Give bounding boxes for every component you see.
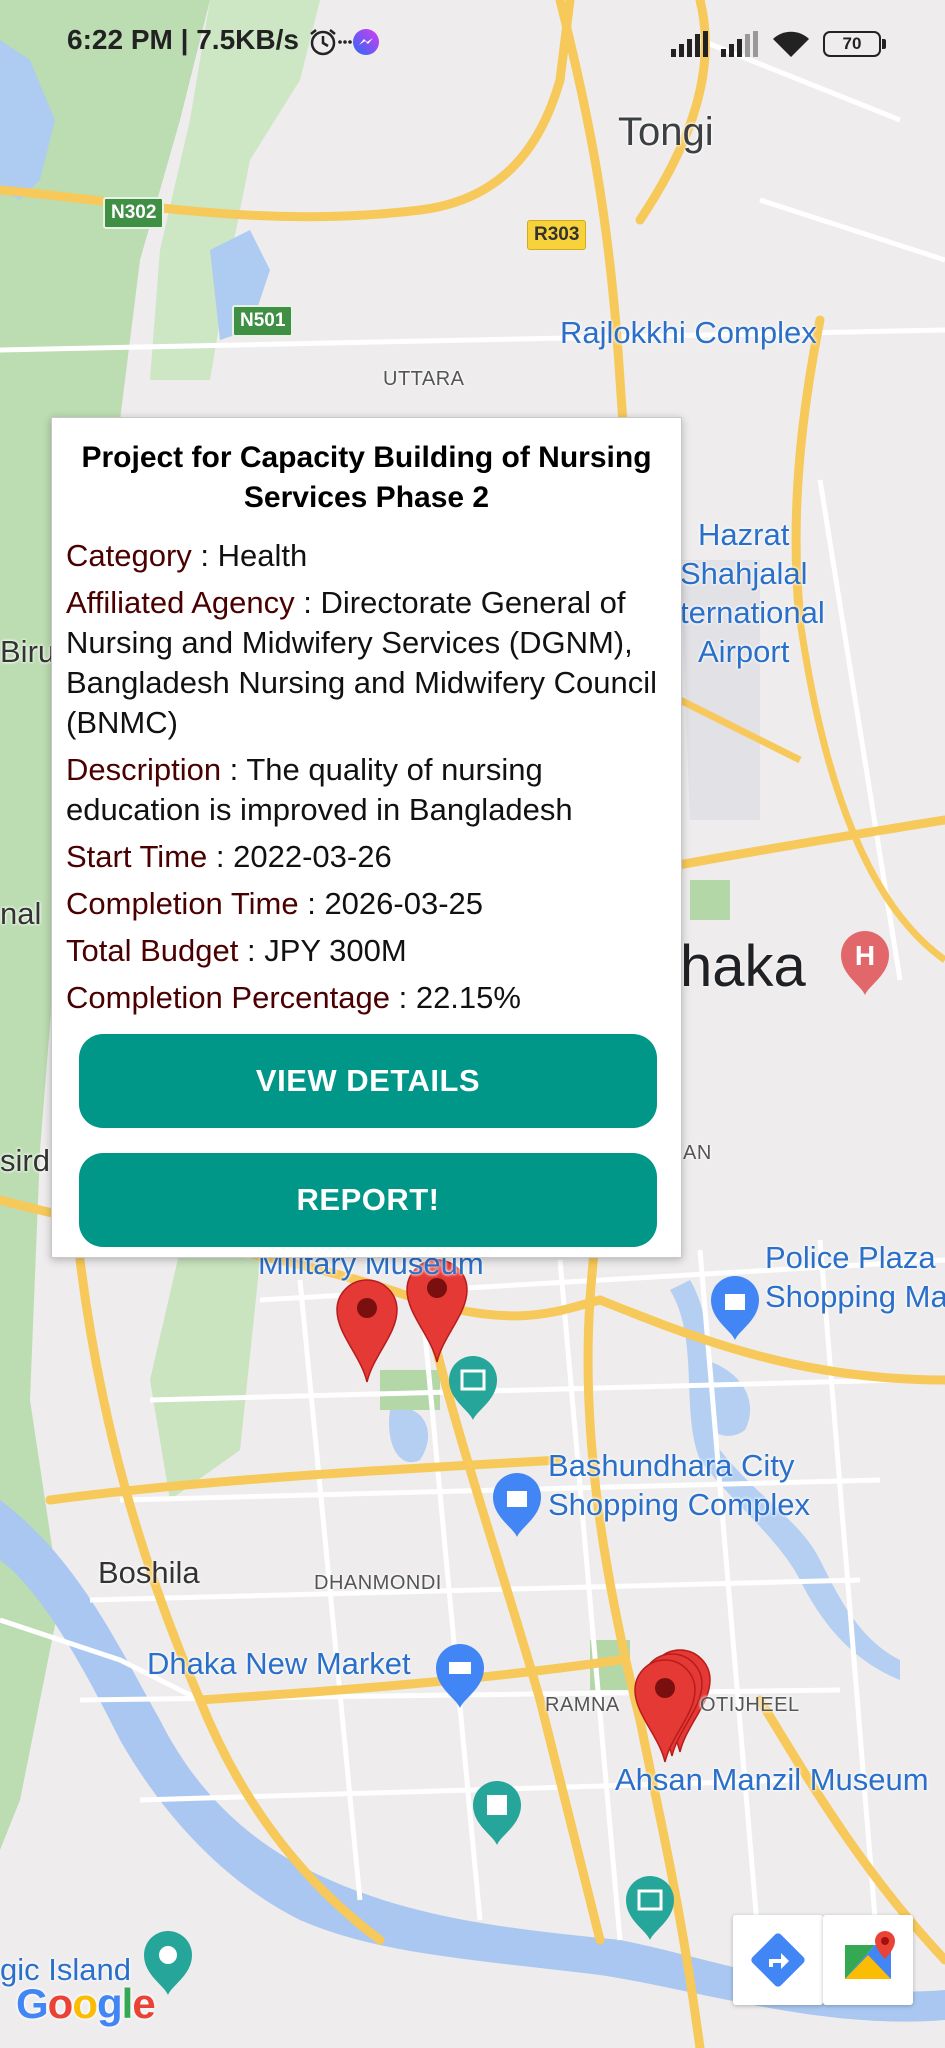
- status-bar: 6:22 PM | 7.5KB/s 70: [0, 0, 945, 86]
- map-label-nal: nal: [0, 896, 42, 931]
- more-dots-icon: [338, 40, 352, 44]
- field-value: 2026-03-25: [324, 886, 484, 921]
- field-description: Description : The quality of nursing edu…: [66, 750, 667, 830]
- map-label-boshila: Boshila: [98, 1555, 200, 1590]
- directions-button[interactable]: [733, 1915, 823, 2005]
- map-label-tongi: Tongi: [618, 110, 714, 154]
- project-info-popup: Project for Capacity Building of Nursing…: [51, 417, 682, 1258]
- field-category: Category : Health: [66, 536, 667, 576]
- map-label-ahsan-manzil: Ahsan Manzil Museum: [615, 1762, 929, 1797]
- park-patch: [690, 880, 730, 920]
- messenger-icon: [353, 29, 379, 55]
- map-label-motijheel: OTIJHEEL: [700, 1694, 800, 1716]
- alarm-icon: [310, 29, 336, 56]
- field-value: Health: [217, 538, 308, 573]
- road-shield-n501: N501: [232, 305, 294, 337]
- field-label: Affiliated Agency: [66, 585, 295, 620]
- map-label-dhanmondi: DHANMONDI: [314, 1572, 442, 1594]
- status-time: 6:22 PM | 7.5KB/s: [67, 24, 299, 55]
- field-start-time: Start Time : 2022-03-26: [66, 837, 667, 877]
- field-label: Start Time: [66, 839, 208, 874]
- hospital-symbol: H: [855, 940, 875, 971]
- popup-title: Project for Capacity Building of Nursing…: [81, 441, 652, 514]
- report-button[interactable]: REPORT!: [79, 1153, 657, 1247]
- directions-icon: [751, 1933, 805, 1987]
- map-label-bashundhara: Bashundhara City: [548, 1448, 795, 1483]
- status-icons: 70: [671, 24, 886, 64]
- signal-icon: [671, 31, 708, 57]
- map-label-uttara: UTTARA: [383, 368, 465, 390]
- map-label-shopping-complex: Shopping Complex: [548, 1487, 810, 1522]
- map-label-shopping-mall: Shopping Ma: [765, 1279, 945, 1314]
- battery-icon: 70: [823, 31, 886, 57]
- map-label-an: AN: [683, 1142, 712, 1164]
- field-separator: :: [191, 538, 218, 573]
- field-separator: :: [238, 933, 265, 968]
- map-label-international: ternational: [680, 595, 825, 630]
- signal-icon: [721, 31, 758, 57]
- map-label-police-plaza: Police Plaza: [765, 1240, 936, 1275]
- field-total-budget: Total Budget : JPY 300M: [66, 931, 667, 971]
- google-logo: Google: [16, 1980, 156, 2028]
- field-separator: :: [298, 886, 325, 921]
- road-shield-r303: R303: [527, 220, 587, 250]
- field-label: Total Budget: [66, 933, 239, 968]
- field-separator: :: [389, 980, 416, 1015]
- map-label-airport: Airport: [698, 634, 790, 669]
- wifi-icon: [773, 31, 809, 57]
- field-completion-time: Completion Time : 2026-03-25: [66, 884, 667, 924]
- map-label-hazrat: Hazrat: [698, 517, 790, 552]
- map-label-biru: Biru: [0, 634, 56, 669]
- field-value: 22.15%: [415, 980, 521, 1015]
- field-label: Completion Time: [66, 886, 299, 921]
- open-in-google-maps-button[interactable]: [823, 1915, 913, 2005]
- field-label: Description: [66, 752, 222, 787]
- map-label-rajlokkhi-complex: Rajlokkhi Complex: [560, 315, 817, 350]
- field-value: JPY 300M: [264, 933, 407, 968]
- map-label-dhaka-new-market: Dhaka New Market: [147, 1646, 411, 1681]
- google-maps-icon: [845, 1931, 895, 1979]
- field-completion-percentage: Completion Percentage : 22.15%: [66, 978, 667, 1018]
- map-label-dhaka: haka: [680, 934, 806, 999]
- field-label: Completion Percentage: [66, 980, 390, 1015]
- google-logo-text: Google: [16, 1980, 156, 2027]
- field-affiliated-agency: Affiliated Agency : Directorate General …: [66, 583, 667, 743]
- field-separator: :: [221, 752, 247, 787]
- view-details-button[interactable]: VIEW DETAILS: [79, 1034, 657, 1128]
- field-value: 2022-03-26: [233, 839, 392, 874]
- map-label-ramna: RAMNA: [545, 1694, 620, 1716]
- field-separator: :: [207, 839, 234, 874]
- field-separator: :: [294, 585, 321, 620]
- map-label-shahjalal: Shahjalal: [680, 556, 808, 591]
- field-label: Category: [66, 538, 192, 573]
- road-shield-n302: N302: [103, 197, 165, 229]
- map-label-sird: sird: [0, 1143, 50, 1178]
